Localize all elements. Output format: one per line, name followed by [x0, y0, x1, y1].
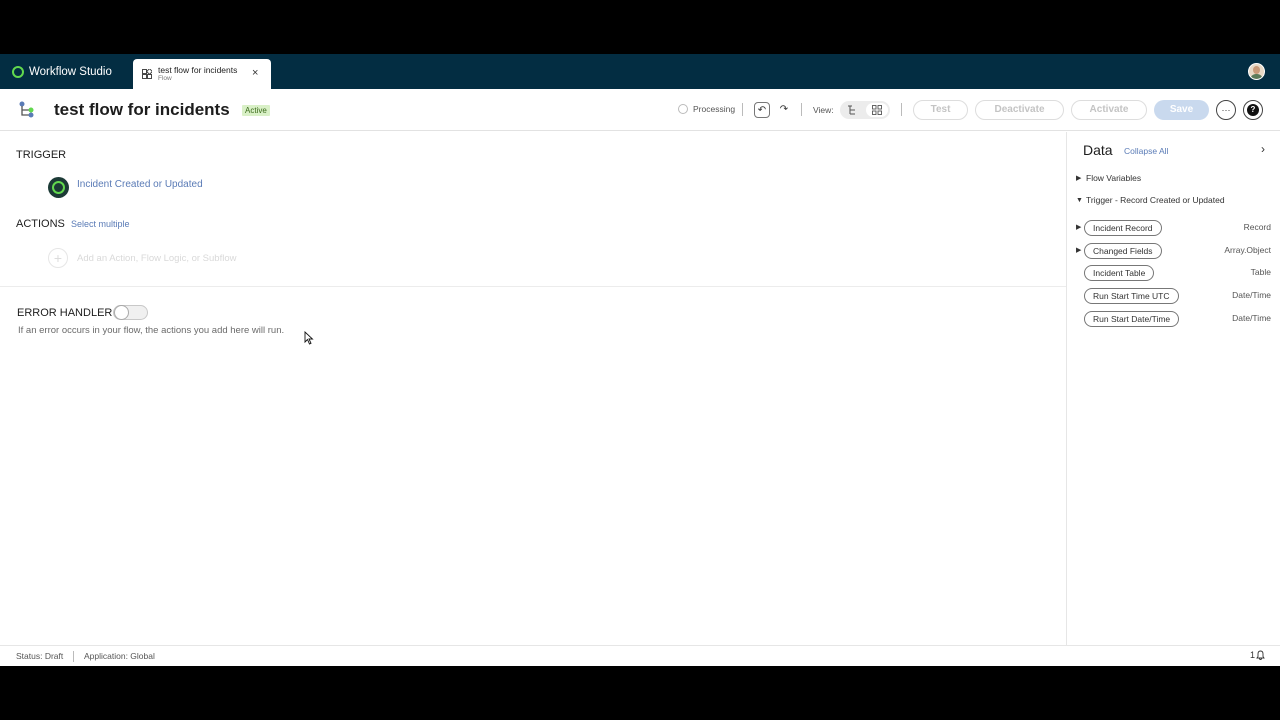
notifications[interactable]: 1	[1250, 650, 1265, 660]
redo-icon[interactable]: ↷	[776, 102, 792, 118]
divider	[742, 103, 743, 116]
notification-count: 1	[1250, 650, 1256, 660]
data-pill-row: Run Start Time UTC Date/Time	[1076, 288, 1271, 305]
data-panel: Data Collapse All › ▶ Flow Variables ▼ T…	[1066, 132, 1280, 645]
data-pill-type: Record	[1243, 222, 1271, 232]
data-pill[interactable]: Changed Fields	[1084, 243, 1162, 259]
avatar-head	[1253, 66, 1260, 74]
brand[interactable]: Workflow Studio	[12, 54, 112, 89]
activate-button[interactable]: Activate	[1071, 100, 1147, 120]
error-handler-toggle[interactable]	[113, 305, 148, 320]
data-pill[interactable]: Run Start Time UTC	[1084, 288, 1179, 304]
caret-down-icon: ▼	[1076, 196, 1083, 204]
deactivate-button[interactable]: Deactivate	[975, 100, 1064, 120]
data-pill-type: Table	[1250, 267, 1271, 277]
select-multiple-link[interactable]: Select multiple	[71, 219, 130, 229]
actions-heading: ACTIONS	[16, 218, 65, 230]
processing-label: Processing	[693, 104, 736, 114]
cursor-icon	[304, 331, 314, 345]
caret-right-icon: ▶	[1076, 175, 1082, 182]
test-button[interactable]: Test	[913, 100, 968, 120]
data-pill-row: ▶ Changed Fields Array.Object	[1076, 243, 1271, 260]
panel-title: Data	[1083, 142, 1113, 158]
tree-item-label: Flow Variables	[1086, 173, 1142, 183]
add-action-hint[interactable]: Add an Action, Flow Logic, or Subflow	[77, 253, 236, 264]
view-toggle[interactable]	[840, 101, 890, 119]
status-badge: Active	[242, 105, 270, 116]
trigger-link[interactable]: Incident Created or Updated	[77, 179, 203, 190]
bell-icon	[1256, 650, 1265, 660]
view-label: View:	[813, 105, 834, 115]
trigger-heading: TRIGGER	[16, 149, 67, 161]
trigger-ring	[52, 181, 65, 194]
error-handler-description: If an error occurs in your flow, the act…	[18, 325, 285, 336]
tree-item-trigger[interactable]: ▼ Trigger - Record Created or Updated	[1076, 195, 1225, 205]
data-pill[interactable]: Incident Record	[1084, 220, 1162, 236]
help-button[interactable]: ?	[1243, 100, 1263, 120]
data-pill-row: Run Start Date/Time Date/Time	[1076, 311, 1271, 328]
data-pill-type: Array.Object	[1224, 245, 1271, 255]
plus-icon[interactable]: +	[48, 248, 68, 268]
collapse-all-link[interactable]: Collapse All	[1124, 146, 1168, 156]
data-pill-type: Date/Time	[1232, 313, 1271, 323]
flow-header: test flow for incidents Active Processin…	[0, 89, 1280, 131]
divider	[901, 103, 902, 116]
divider	[73, 651, 74, 662]
data-pill-row: Incident Table Table	[1076, 265, 1271, 282]
brand-label: Workflow Studio	[29, 65, 112, 78]
diagram-view-icon[interactable]	[866, 103, 888, 117]
undo-icon[interactable]: ↶	[754, 102, 770, 118]
status-text: Status: Draft	[16, 651, 64, 661]
data-pill[interactable]: Run Start Date/Time	[1084, 311, 1180, 327]
application-text: Application: Global	[84, 651, 155, 661]
tab-subtitle: Flow	[158, 75, 172, 82]
chevron-right-icon[interactable]: ›	[1261, 142, 1265, 156]
tree-item-flow-variables[interactable]: ▶ Flow Variables	[1076, 173, 1141, 183]
app-window: Workflow Studio test flow for incidents …	[0, 54, 1280, 666]
list-view-icon[interactable]	[841, 103, 863, 117]
toggle-knob	[114, 305, 129, 320]
workflow-logo-icon	[12, 65, 24, 78]
error-handler-heading: ERROR HANDLER	[17, 307, 113, 319]
data-pill-type: Date/Time	[1232, 290, 1271, 300]
data-pill[interactable]: Incident Table	[1084, 265, 1155, 281]
help-icon: ?	[1247, 104, 1259, 116]
section-divider	[0, 286, 1066, 287]
tree-item-label: Trigger - Record Created or Updated	[1086, 195, 1225, 205]
tab-flow[interactable]: test flow for incidents Flow ×	[133, 59, 271, 89]
tab-title: test flow for incidents	[158, 65, 238, 75]
caret-right-icon[interactable]: ▶	[1076, 246, 1082, 254]
avatar[interactable]	[1248, 63, 1265, 80]
spinner-icon	[678, 104, 688, 114]
trigger-record-icon[interactable]	[48, 177, 69, 198]
flow-diagram-icon	[19, 101, 34, 118]
caret-right-icon[interactable]: ▶	[1076, 223, 1082, 231]
flow-canvas: TRIGGER Incident Created or Updated ACTI…	[0, 132, 1066, 645]
divider	[801, 103, 802, 116]
data-pill-row: ▶ Incident Record Record	[1076, 220, 1271, 237]
avatar-body	[1250, 74, 1263, 79]
save-button[interactable]: Save	[1154, 100, 1209, 120]
app-bar: Workflow Studio test flow for incidents …	[0, 54, 1280, 89]
status-bar: Status: Draft Application: Global 1	[0, 645, 1280, 666]
more-icon[interactable]: ···	[1216, 100, 1236, 120]
close-icon[interactable]: ×	[252, 68, 258, 79]
flow-tab-icon	[142, 69, 152, 79]
page-title: test flow for incidents	[54, 100, 230, 119]
processing-indicator: Processing	[678, 104, 735, 114]
